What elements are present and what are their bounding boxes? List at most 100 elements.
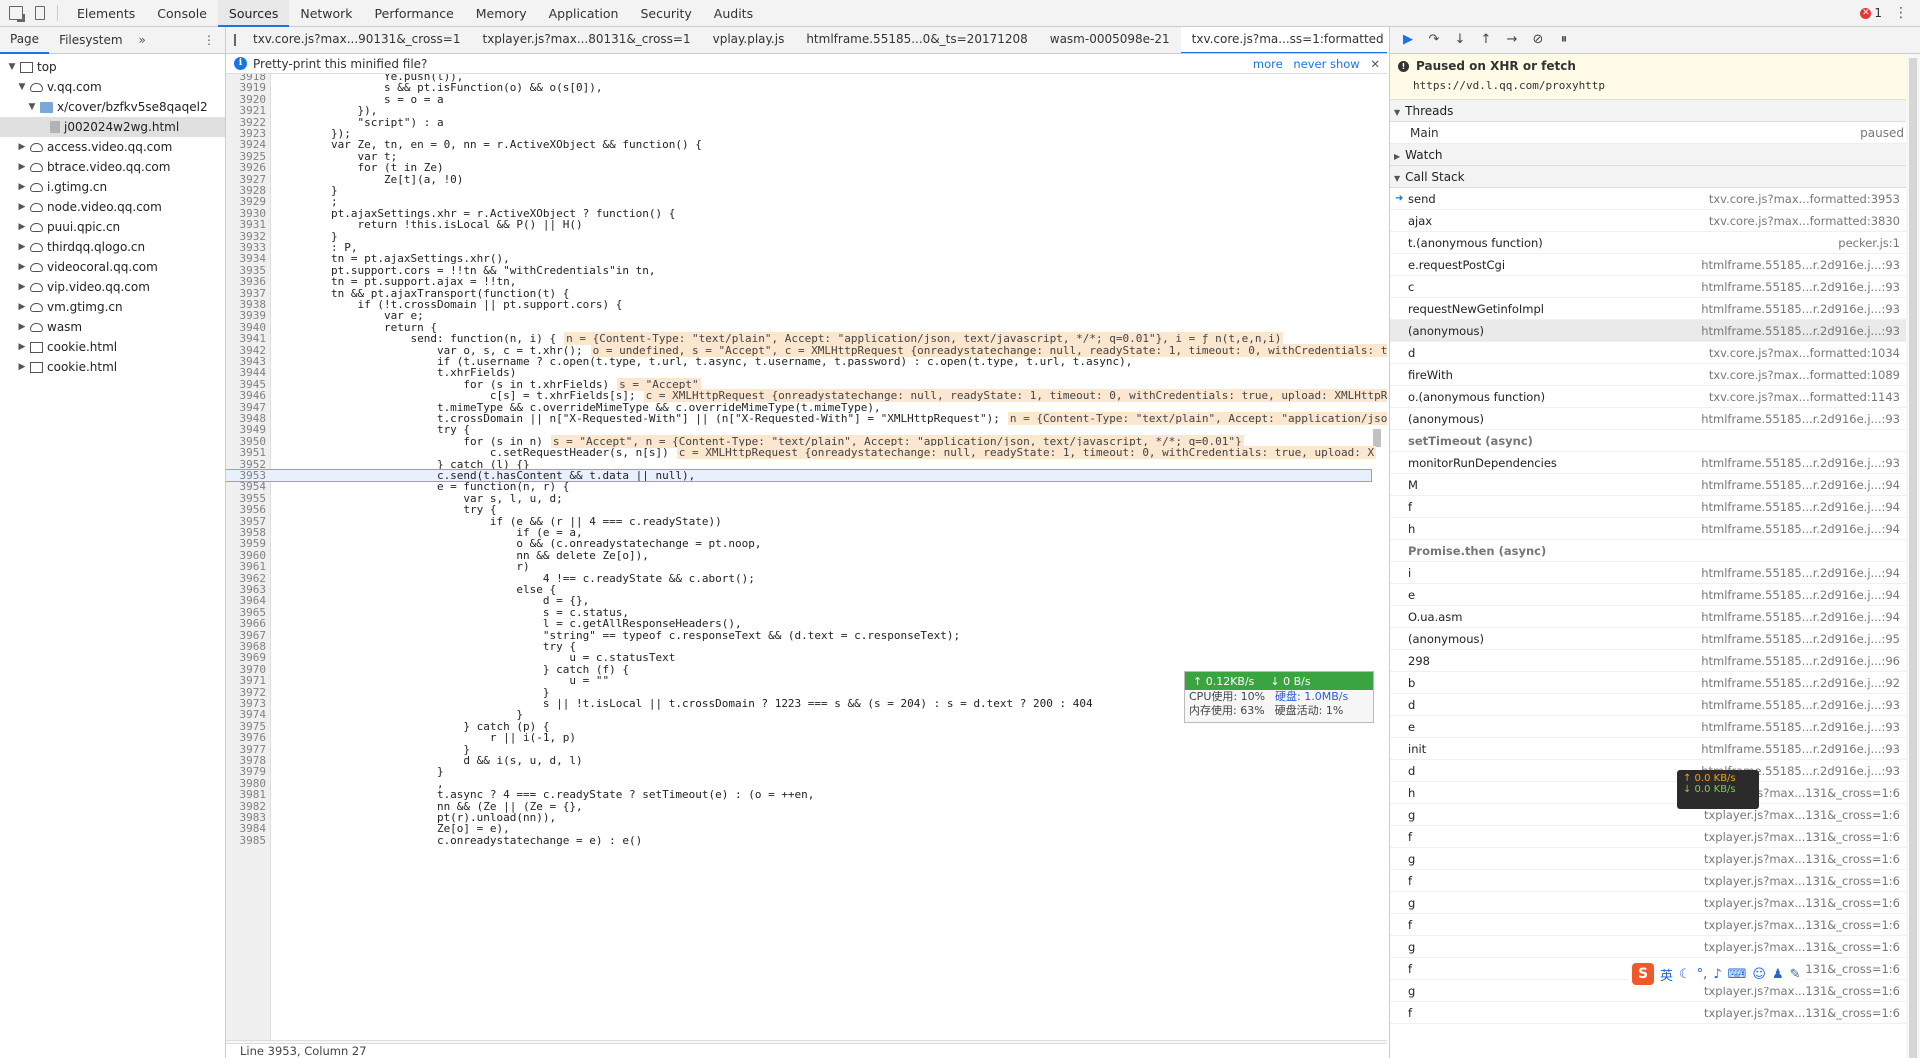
code-line[interactable]: 3985 c.onreadystatechange = e) : e()	[226, 834, 1371, 846]
call-frame[interactable]: e.requestPostCgi htmlframe.55185...r.2d91…	[1390, 254, 1920, 276]
call-frame[interactable]: f txplayer.js?max...131&_cross=1:6	[1390, 870, 1920, 892]
collapsed-triangle-icon[interactable]: ▶	[16, 317, 28, 337]
frame-location[interactable]: htmlframe.55185...r.2d916e.j...:94	[1701, 606, 1900, 627]
never-show-link[interactable]: never show	[1293, 57, 1359, 71]
frame-location[interactable]: txplayer.js?max...131&_cross=1:6	[1704, 1002, 1900, 1023]
frame-location[interactable]: txplayer.js?max...131&_cross=1:6	[1704, 1024, 1900, 1028]
frame-location[interactable]: htmlframe.55185...r.2d916e.j...:93	[1701, 320, 1900, 341]
tree-item[interactable]: ▶ btrace.video.qq.com	[0, 157, 225, 177]
call-frame[interactable]: e htmlframe.55185...r.2d916e.j...:93	[1390, 716, 1920, 738]
tab-network[interactable]: Network	[289, 0, 363, 27]
more-tabs-icon[interactable]: »	[139, 33, 146, 47]
collapsed-triangle-icon[interactable]: ▶	[16, 257, 28, 277]
collapsed-triangle-icon[interactable]: ▶	[16, 277, 28, 297]
tab-security[interactable]: Security	[629, 0, 702, 27]
ime-lang[interactable]: 英	[1660, 965, 1673, 984]
tree-item[interactable]: ▶ cookie.html	[0, 357, 225, 377]
threads-section[interactable]: ▼ Threads	[1390, 100, 1920, 122]
line-number[interactable]: 3961	[226, 561, 267, 573]
frame-location[interactable]: htmlframe.55185...r.2d916e.j...:94	[1701, 496, 1900, 517]
call-frame[interactable]: f htmlframe.55185...r.2d916e.j...:94	[1390, 496, 1920, 518]
expanded-triangle-icon[interactable]: ▼	[26, 97, 38, 117]
tree-item[interactable]: ▼ x/cover/bzfkv5se8qaqel2	[0, 97, 225, 117]
code-line[interactable]: 3928 }	[226, 185, 1371, 197]
tree-item[interactable]: ▼ v.qq.com	[0, 77, 225, 97]
frame-location[interactable]: txv.core.js?max...formatted:3830	[1709, 210, 1900, 231]
frame-location[interactable]: htmlframe.55185...r.2d916e.j...:94	[1701, 584, 1900, 605]
collapsed-triangle-icon[interactable]: ▶	[16, 137, 28, 157]
frame-location[interactable]: txplayer.js?max...131&_cross=1:6	[1704, 936, 1900, 957]
call-frame[interactable]: ajax txv.core.js?max...formatted:3830	[1390, 210, 1920, 232]
call-frame[interactable]: requestNewGetinfoImpl htmlframe.55185...r…	[1390, 298, 1920, 320]
frame-location[interactable]: htmlframe.55185...r.2d916e.j...:93	[1701, 408, 1900, 429]
call-frame[interactable]: gtxplayer.js?max...131&_cross=1:6	[1390, 848, 1920, 870]
frame-location[interactable]: htmlframe.55185...r.2d916e.j...:93	[1701, 716, 1900, 737]
frame-location[interactable]: htmlframe.55185...r.2d916e.j...:93	[1701, 452, 1900, 473]
callstack-section[interactable]: ▼ Call Stack	[1390, 166, 1920, 188]
call-frame[interactable]: f txplayer.js?max...131&_cross=1:6	[1390, 1002, 1920, 1024]
more-link[interactable]: more	[1253, 57, 1283, 71]
device-toolbar-icon[interactable]	[35, 6, 45, 20]
call-frame[interactable]: c htmlframe.55185...r.2d916e.j...:93	[1390, 276, 1920, 298]
call-frame[interactable]: (anonymous) htmlframe.55185...r.2d916e.j.…	[1390, 408, 1920, 430]
tree-item[interactable]: ▶ thirdqq.qlogo.cn	[0, 237, 225, 257]
frame-location[interactable]: htmlframe.55185...r.2d916e.j...:94	[1701, 474, 1900, 495]
frame-location[interactable]: txv.core.js?max...formatted:1089	[1709, 364, 1900, 385]
frame-location[interactable]: txv.core.js?max...formatted:1143	[1709, 386, 1900, 407]
tree-item[interactable]: ▼ top	[0, 57, 225, 77]
code-line[interactable]: 3922 "script") : a	[226, 116, 1371, 128]
tree-item[interactable]: ▶ cookie.html	[0, 337, 225, 357]
call-frame[interactable]: (anonymous) htmlframe.55185...r.2d916e.j.…	[1390, 320, 1920, 342]
step-out-icon[interactable]: ↑	[1478, 32, 1494, 48]
debugger-scrollbar[interactable]	[1906, 54, 1920, 1058]
line-number[interactable]: 3981	[226, 789, 267, 801]
code-line[interactable]: 3931 return !this.isLocal && P() || H()	[226, 219, 1371, 231]
punctuation-icon[interactable]: °,	[1697, 967, 1708, 982]
editor-tab[interactable]: vplay.play.js	[702, 27, 796, 53]
line-number[interactable]: 3931	[226, 219, 267, 231]
expanded-triangle-icon[interactable]: ▼	[16, 77, 28, 97]
tree-item[interactable]: ▶ videocoral.qq.com	[0, 257, 225, 277]
tree-item[interactable]: ▶ i.gtimg.cn	[0, 177, 225, 197]
tree-item[interactable]: ▶ vip.video.qq.com	[0, 277, 225, 297]
step-icon[interactable]: →	[1504, 32, 1520, 48]
frame-location[interactable]: txplayer.js?max...131&_cross=1:6	[1704, 914, 1900, 935]
call-frame[interactable]: i htmlframe.55185...r.2d916e.j...:94	[1390, 562, 1920, 584]
collapsed-triangle-icon[interactable]: ▶	[16, 357, 28, 377]
tab-sources[interactable]: Sources	[217, 0, 290, 27]
frame-location[interactable]: htmlframe.55185...r.2d916e.j...:93	[1701, 694, 1900, 715]
tab-audits[interactable]: Audits	[703, 0, 764, 27]
editor-tab[interactable]: htmlframe.55185...0&_ts=20171208	[795, 27, 1038, 53]
tab-application[interactable]: Application	[538, 0, 630, 27]
code-line[interactable]: 3924 var Ze, tn, en = 0, nn = r.ActiveXO…	[226, 139, 1371, 151]
frame-location[interactable]: htmlframe.55185...r.2d916e.j...:94	[1701, 518, 1900, 539]
frame-location[interactable]: htmlframe.55185...r.2d916e.j...:93	[1701, 276, 1900, 297]
line-number[interactable]: 3951	[226, 447, 267, 459]
vertical-scroll-thumb[interactable]	[1373, 429, 1381, 447]
microphone-icon[interactable]: ♪	[1713, 967, 1721, 982]
tree-item[interactable]: ▶ vm.gtimg.cn	[0, 297, 225, 317]
frame-location[interactable]: txplayer.js?max...131&_cross=1:6	[1704, 892, 1900, 913]
code-view[interactable]: 3918 Ye.push(l)), 3919 s && pt.isFunction…	[226, 74, 1387, 1040]
call-frame[interactable]: 298 htmlframe.55185...r.2d916e.j...:96	[1390, 650, 1920, 672]
call-frame[interactable]: Mhtmlframe.55185...r.2d916e.j...:94	[1390, 474, 1920, 496]
call-frame[interactable]: ➜ send txv.core.js?max...formatted:3953	[1390, 188, 1920, 210]
tree-item[interactable]: ▶ puui.qpic.cn	[0, 217, 225, 237]
navigator-menu-icon[interactable]: ⋮	[203, 33, 215, 47]
collapsed-triangle-icon[interactable]: ▶	[16, 157, 28, 177]
line-number[interactable]: 3971	[226, 675, 267, 687]
code-line[interactable]: 3920 s = o = a	[226, 93, 1371, 105]
line-number[interactable]: 3966	[226, 618, 267, 630]
debugger-scroll-thumb[interactable]	[1909, 58, 1917, 1058]
call-frame[interactable]: gtxplayer.js?max...131&_cross=1:6	[1390, 804, 1920, 826]
frame-location[interactable]: htmlframe.55185...r.2d916e.j...:96	[1701, 650, 1900, 671]
call-frame[interactable]: h txplayer.js?max...131&_cross=1:6	[1390, 782, 1920, 804]
line-number[interactable]: 3946	[226, 390, 267, 402]
tree-item[interactable]: ▶ wasm	[0, 317, 225, 337]
call-frame[interactable]: O.ua.asm htmlframe.55185...r.2d916e.j...:…	[1390, 606, 1920, 628]
frame-location[interactable]: htmlframe.55185...r.2d916e.j...:93	[1701, 738, 1900, 759]
collapsed-triangle-icon[interactable]: ▶	[16, 197, 28, 217]
call-frame[interactable]: init htmlframe.55185...r.2d916e.j...:93	[1390, 738, 1920, 760]
tab-performance[interactable]: Performance	[364, 0, 465, 27]
inspect-element-icon[interactable]	[9, 6, 25, 22]
